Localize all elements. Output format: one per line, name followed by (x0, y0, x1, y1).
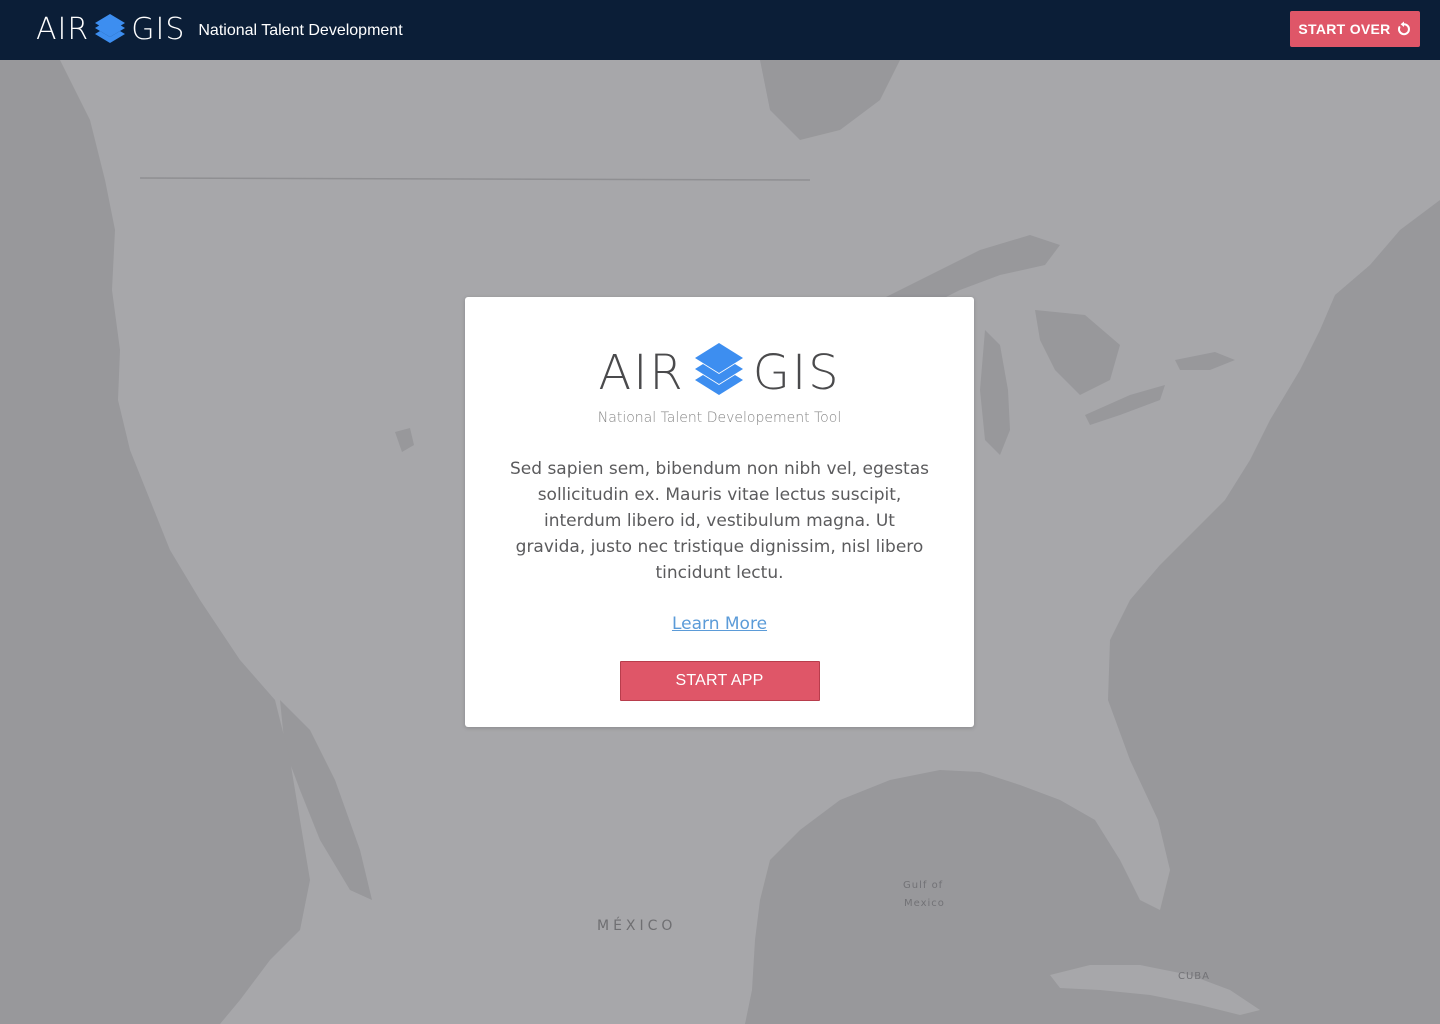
map-label-mexico: MÉXICO (597, 918, 677, 934)
welcome-dialog: AIR GIS National Talent Developement Too… (465, 297, 974, 727)
brand-logo[interactable]: AIR GIS National Talent Development (36, 0, 403, 60)
learn-more-link[interactable]: Learn More (672, 614, 767, 634)
top-bar: AIR GIS National Talent Development STAR… (0, 0, 1440, 60)
start-app-button[interactable]: START APP (619, 661, 820, 701)
layers-icon (694, 343, 743, 395)
dialog-subtitle: National Talent Developement Tool (597, 410, 842, 426)
layers-icon (95, 14, 126, 43)
map-label-cuba: CUBA (1178, 971, 1211, 982)
map-label-gulf-line1: Gulf of (903, 880, 944, 891)
start-over-label: START OVER (1298, 21, 1391, 37)
header-subtitle: National Talent Development (198, 22, 403, 39)
map-label-gulf-line2: Mexico (904, 898, 945, 909)
dialog-brand-gis: GIS (752, 345, 841, 401)
refresh-icon (1397, 21, 1410, 36)
dialog-brand-air: AIR (598, 345, 685, 401)
dialog-description: Sed sapien sem, bibendum non nibh vel, e… (510, 459, 929, 583)
start-over-button[interactable]: START OVER (1290, 11, 1420, 47)
brand-gis-text: GIS (131, 12, 186, 47)
dialog-logo: AIR GIS (598, 341, 840, 405)
brand-air-text: AIR (36, 12, 90, 47)
